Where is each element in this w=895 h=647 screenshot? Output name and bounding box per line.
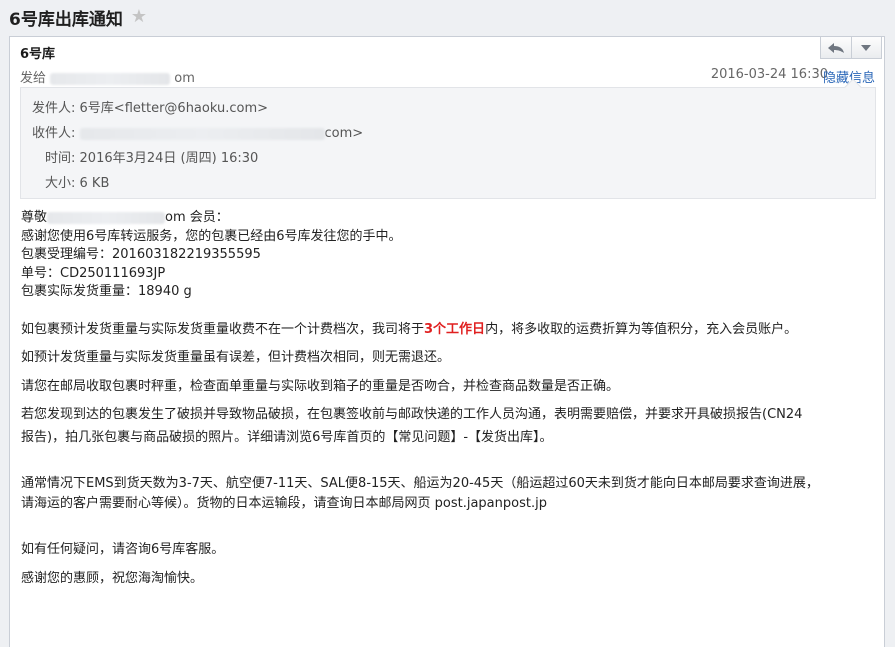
tracking-number-line: 单号：CD250111693JP [21,265,166,281]
contact-line: 如有任何疑问，请咨询6号库客服。 [21,542,225,557]
weigh-check-paragraph: 请您在邮局收取包裹时秤重，检查面单重量与实际收到箱子的重量是否吻合，并检查商品数… [21,378,620,394]
refund-highlight: 3个工作日 [424,321,486,337]
email-body: 尊敬 om 会员： 感谢您使用6号库转运服务，您的包裹已经由6号库发往您的手中。 … [21,209,877,588]
detail-time: 时间: 2016年3月24日 (周四) 16:30 [45,147,258,166]
redacted-recipient [50,72,171,85]
size-label: 大小: [45,176,76,191]
to-prefix: 发给 [20,71,47,86]
greeting-line: 尊敬 om 会员： [21,209,877,228]
redacted-greeting [47,211,166,224]
size-value: 6 KB [79,176,110,191]
refund-text-after: 内，将多收取的运费折算为等值积分，充入会员账户。 [485,321,798,337]
actual-weight-line: 包裹实际发货重量：18940 g [21,284,192,299]
reply-icon [827,42,845,54]
time-value: 2016年3月24日 (周四) 16:30 [79,151,259,166]
details-panel: 发件人: 6号库<fletter@6haoku.com> 收件人: com> 时… [20,78,876,199]
time-label: 时间: [45,151,76,166]
to-suffix: om [174,71,195,86]
greeting-suffix: om 会员： [165,210,229,225]
detail-to: 收件人: com> [32,122,363,141]
delivery-time-line2: 请海运的客户需要耐心等候）。货物的日本运输段，请查询日本邮局网页 post.ja… [21,495,547,511]
to-label: 收件人: [32,126,76,141]
sender-name: 6号库 [20,47,56,62]
recipient-summary: 发给 om [20,67,195,86]
star-icon[interactable]: ★ [131,8,149,26]
detail-from: 发件人: 6号库<fletter@6haoku.com> [32,97,268,116]
redacted-recipient-full [79,127,325,140]
more-actions-button[interactable] [850,37,882,58]
detail-size: 大小: 6 KB [45,172,109,191]
from-value[interactable]: 6号库<fletter@6haoku.com> [80,101,268,116]
thanks-line: 感谢您使用6号库转运服务，您的包裹已经由6号库发往您的手中。 [21,228,402,244]
email-subject: 6号库出库通知 [9,9,123,30]
damage-paragraph-line2: 报告)，拍几张包裹与商品破损的照片。详细请浏览6号库首页的【常见问题】-【发货出… [21,429,553,445]
refund-text-before: 如包裹预计发货重量与实际发货重量收费不在一个计费档次，我司将于 [21,321,425,337]
reply-button[interactable] [821,37,851,58]
greeting-prefix: 尊敬 [21,210,48,225]
delivery-time-line1: 通常情况下EMS到货天数为3-7天、航空便7-11天、SAL便8-15天、船运为… [21,476,819,491]
closing-line: 感谢您的惠顾，祝您海淘愉快。 [21,570,204,586]
refund-policy-paragraph: 如包裹预计发货重量与实际发货重量收费不在一个计费档次，我司将于3个工作日内，将多… [21,321,877,340]
damage-paragraph-line1: 若您发现到达的包裹发生了破损并导致物品破损，在包裹签收前与邮政快递的工作人员沟通… [21,407,803,422]
to-value-suffix: com> [324,126,364,141]
email-datetime: 2016-03-24 16:30 [710,67,828,82]
no-refund-paragraph: 如预计发货重量与实际发货重量虽有误差，但计费档次相同，则无需退还。 [21,350,451,365]
subject-bar: 6号库出库通知 ★ [0,0,895,34]
chevron-down-icon [861,44,872,51]
receipt-number-line: 包裹受理编号：201603182219355595 [21,247,261,262]
from-label: 发件人: [32,101,76,116]
message-toolbar [820,37,882,59]
email-card: 6号库 发给 om 2016-03-24 16:30 隐藏信息 发件人: 6号库… [9,36,885,647]
